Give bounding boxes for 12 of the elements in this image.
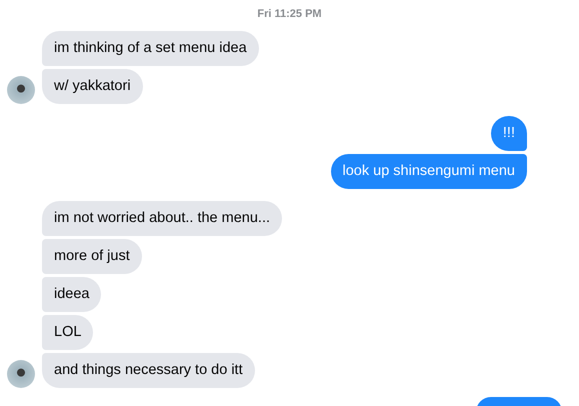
message-bubble: and things necessary to do itt	[42, 353, 255, 388]
message-bubble: LOL	[42, 315, 94, 350]
avatar[interactable]	[7, 360, 35, 388]
message-bubble: ideea	[42, 277, 102, 312]
message-bubble: im not worried about.. the menu...	[42, 201, 282, 236]
message-bubble: look up shinsengumi menu	[330, 154, 527, 189]
message-bubble: im thinking of a set menu idea	[42, 31, 259, 66]
message-bubble: more of just	[42, 239, 142, 274]
message-bubble: !!!	[490, 116, 527, 151]
timestamp: Fri 11:25 PM	[257, 8, 322, 20]
message-bubble: w/ yakkatori	[42, 69, 143, 104]
avatar[interactable]	[7, 76, 35, 104]
